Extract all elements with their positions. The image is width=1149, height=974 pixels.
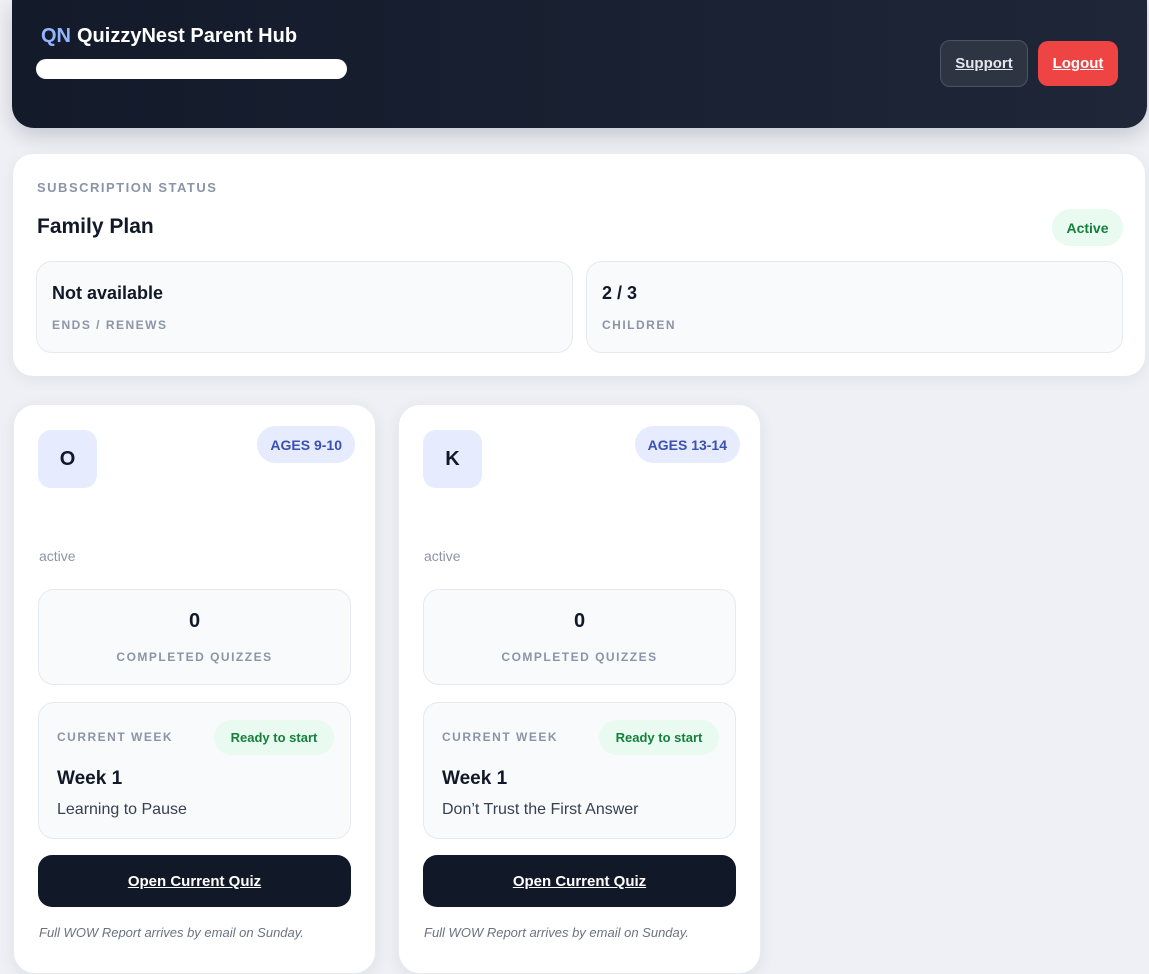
redacted-account-info xyxy=(36,59,347,79)
logout-button[interactable]: Logout xyxy=(1038,41,1118,86)
open-current-quiz-button[interactable]: Open Current Quiz xyxy=(38,855,351,907)
week-status-badge: Ready to start xyxy=(214,720,334,755)
child-status: active xyxy=(39,548,76,564)
children-value: 2 / 3 xyxy=(602,283,638,303)
week-topic: Don’t Trust the First Answer xyxy=(442,801,639,818)
current-week-eyebrow: CURRENT WEEK xyxy=(442,730,558,744)
subscription-card: SUBSCRIPTION STATUS Family Plan Active N… xyxy=(13,154,1145,376)
subscription-status-badge: Active xyxy=(1052,209,1123,246)
week-title: Week 1 xyxy=(57,768,123,789)
report-note: Full WOW Report arrives by email on Sund… xyxy=(39,925,304,940)
children-label: CHILDREN xyxy=(602,318,676,332)
current-week-panel: CURRENT WEEK Ready to start Week 1 Don’t… xyxy=(423,702,736,839)
week-status-badge: Ready to start xyxy=(599,720,719,755)
brand-name: QuizzyNest Parent Hub xyxy=(77,25,298,47)
report-note: Full WOW Report arrives by email on Sund… xyxy=(424,925,689,940)
child-status: active xyxy=(424,548,461,564)
renewal-value: Not available xyxy=(52,283,164,303)
support-button[interactable]: Support xyxy=(940,40,1028,87)
current-week-panel: CURRENT WEEK Ready to start Week 1 Learn… xyxy=(38,702,351,839)
top-header: QN QuizzyNest Parent Hub Support Logout xyxy=(12,0,1147,128)
completed-quizzes-label: COMPLETED QUIZZES xyxy=(501,650,658,664)
age-range-badge: AGES 13-14 xyxy=(634,426,740,463)
child-card: O AGES 9-10 active 0 COMPLETED QUIZZES C… xyxy=(13,404,376,974)
child-avatar: K xyxy=(423,430,482,488)
plan-name: Family Plan xyxy=(37,215,154,238)
open-current-quiz-button[interactable]: Open Current Quiz xyxy=(423,855,736,907)
brand-logo[interactable]: QN QuizzyNest Parent Hub xyxy=(41,25,297,48)
children-stat: 2 / 3 CHILDREN xyxy=(586,261,1123,353)
age-range-badge: AGES 9-10 xyxy=(257,426,355,463)
week-topic: Learning to Pause xyxy=(57,801,187,818)
brand-mark: QN xyxy=(41,25,71,47)
child-avatar: O xyxy=(38,430,97,488)
completed-quizzes-stat: 0 COMPLETED QUIZZES xyxy=(38,589,351,685)
completed-quizzes-count: 0 xyxy=(573,610,586,632)
completed-quizzes-label: COMPLETED QUIZZES xyxy=(116,650,273,664)
completed-quizzes-stat: 0 COMPLETED QUIZZES xyxy=(423,589,736,685)
week-title: Week 1 xyxy=(442,768,508,789)
renewal-label: ENDS / RENEWS xyxy=(52,318,168,332)
subscription-eyebrow: SUBSCRIPTION STATUS xyxy=(37,180,218,195)
completed-quizzes-count: 0 xyxy=(188,610,201,632)
renewal-stat: Not available ENDS / RENEWS xyxy=(36,261,573,353)
child-card: K AGES 13-14 active 0 COMPLETED QUIZZES … xyxy=(398,404,761,974)
current-week-eyebrow: CURRENT WEEK xyxy=(57,730,173,744)
